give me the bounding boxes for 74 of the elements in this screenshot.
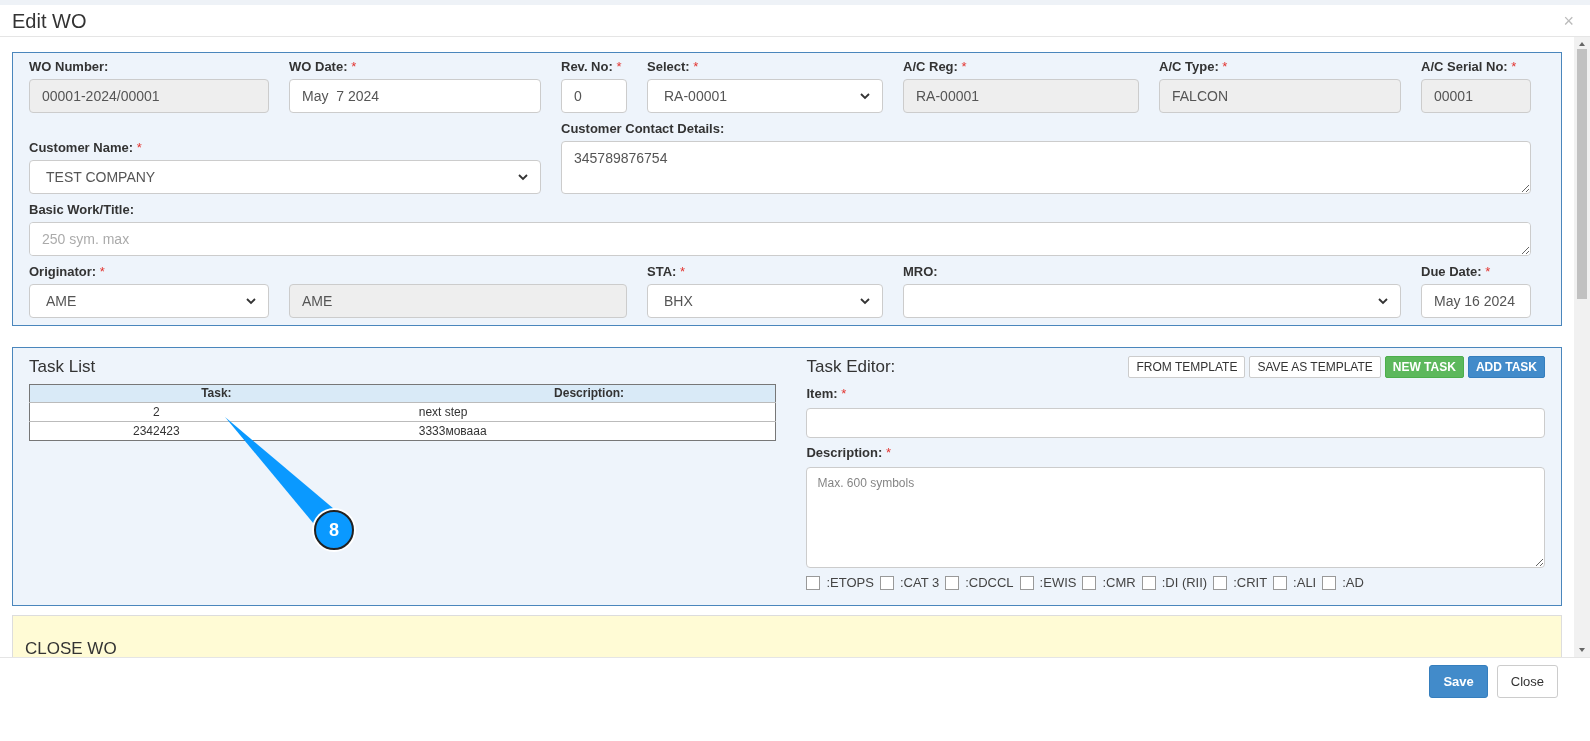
readonly-field[interactable]: RA-00001 — [903, 79, 1139, 113]
select-field[interactable]: TEST COMPANY — [29, 160, 541, 194]
checkbox-label: :CRIT — [1233, 574, 1268, 592]
modal-title: Edit WO — [12, 8, 87, 34]
field-label: Customer Name: * — [29, 139, 143, 157]
chevron-down-icon — [1378, 297, 1388, 305]
toolbar-button[interactable]: ADD TASK — [1467, 356, 1545, 378]
field-label: Originator: * — [29, 263, 106, 281]
input-field[interactable]: 0 — [561, 79, 627, 113]
field-label: A/C Serial No: * — [1421, 58, 1518, 76]
select-field[interactable]: RA-00001 — [647, 79, 883, 113]
task-row[interactable]: 2 next step — [29, 402, 776, 422]
field-label: STA: * — [647, 263, 687, 281]
checkbox-label: :EWIS — [1039, 574, 1077, 592]
readonly-field[interactable]: 00001-2024/00001 — [29, 79, 269, 113]
column-header: Task: — [29, 384, 403, 403]
checkbox-label: :AD — [1342, 574, 1364, 592]
checkbox-label: :CMR — [1102, 574, 1136, 592]
field-label: Select: * — [647, 58, 700, 76]
checkbox[interactable] — [1213, 575, 1228, 590]
checkbox-label: :ALI — [1293, 574, 1317, 592]
checkbox[interactable] — [1082, 575, 1097, 590]
checkbox[interactable] — [1141, 575, 1156, 590]
close-wo-title: CLOSE WO — [25, 639, 117, 657]
input-field[interactable]: May 16 2024 — [1421, 284, 1531, 318]
field-label: MRO: — [903, 263, 939, 281]
text-area[interactable]: 250 sym. max — [29, 222, 1531, 256]
callout-badge: 8 — [314, 510, 354, 550]
field-label: A/C Type: * — [1159, 58, 1229, 76]
checkbox[interactable] — [1019, 575, 1034, 590]
checkbox[interactable] — [879, 575, 894, 590]
description-field[interactable]: Max. 600 symbols — [806, 467, 1545, 568]
field-label: Item: * — [806, 385, 848, 403]
select-field[interactable] — [903, 284, 1401, 318]
table-cell: 2342423 — [29, 421, 403, 441]
chevron-down-icon — [860, 92, 870, 100]
footer-button[interactable]: Save — [1429, 665, 1488, 698]
select-field[interactable]: BHX — [647, 284, 883, 318]
readonly-field[interactable]: 00001 — [1421, 79, 1531, 113]
checkbox[interactable] — [806, 575, 821, 590]
column-header: Description: — [402, 384, 776, 403]
checkbox-label: :CAT 3 — [899, 574, 940, 592]
field-label: Rev. No: * — [561, 58, 623, 76]
chevron-down-icon — [246, 297, 256, 305]
item-field[interactable] — [806, 408, 1545, 438]
checkbox-label: :CDCCL — [965, 574, 1014, 592]
readonly-field[interactable]: AME — [289, 284, 627, 318]
field-label: Basic Work/Title: — [29, 201, 135, 219]
field-label: Due Date: * — [1421, 263, 1492, 281]
field-label: A/C Reg: * — [903, 58, 968, 76]
field-label: WO Number: — [29, 58, 110, 76]
task-editor-title: Task Editor: — [806, 356, 896, 379]
footer-button[interactable]: Close — [1496, 665, 1558, 698]
checkbox[interactable] — [945, 575, 960, 590]
chevron-down-icon — [518, 173, 528, 181]
task-list-title: Task List — [29, 356, 97, 378]
field-label: WO Date: * — [289, 58, 358, 76]
readonly-field[interactable]: FALCON — [1159, 79, 1401, 113]
input-field[interactable]: May 7 2024 — [289, 79, 541, 113]
chevron-down-icon — [860, 297, 870, 305]
toolbar-button[interactable]: SAVE AS TEMPLATE — [1249, 356, 1381, 378]
toolbar-button[interactable]: FROM TEMPLATE — [1128, 356, 1246, 378]
table-cell: next step — [402, 402, 776, 422]
checkbox[interactable] — [1322, 575, 1337, 590]
field-label: Description: * — [806, 444, 892, 462]
checkbox[interactable] — [1273, 575, 1288, 590]
select-field[interactable]: AME — [29, 284, 269, 318]
field-label: Customer Contact Details: — [561, 120, 726, 138]
table-cell: 3333мовааа — [402, 421, 776, 441]
text-area[interactable]: 345789876754 — [561, 141, 1531, 194]
table-cell: 2 — [29, 402, 403, 422]
checkbox-label: :DI (RII) — [1161, 574, 1208, 592]
scrollbar[interactable] — [1574, 37, 1590, 657]
checkbox-label: :ETOPS — [826, 574, 874, 592]
